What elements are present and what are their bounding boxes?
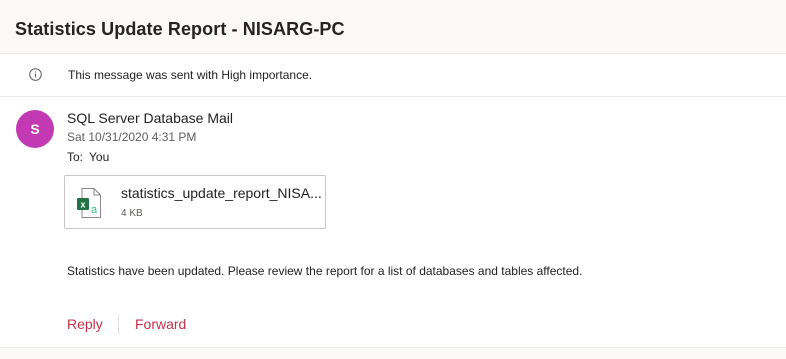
message-body: Statistics have been updated. Please rev… <box>67 264 583 278</box>
forward-button[interactable]: Forward <box>135 316 186 332</box>
attachment-card[interactable]: a x statistics_update_report_NISA... 4 K… <box>64 175 326 229</box>
message-date: Sat 10/31/2020 4:31 PM <box>67 130 197 144</box>
to-label: To: <box>67 150 84 164</box>
recipient-row: To: You <box>67 150 109 164</box>
attachment-name: statistics_update_report_NISA... <box>121 185 321 201</box>
reply-button[interactable]: Reply <box>67 316 103 332</box>
message-card: This message was sent with High importan… <box>0 53 786 348</box>
sender-avatar[interactable]: S <box>16 110 54 148</box>
svg-text:x: x <box>80 200 85 210</box>
excel-file-icon: a x <box>77 188 101 218</box>
message-subject: Statistics Update Report - NISARG-PC <box>15 19 345 39</box>
actions-divider <box>118 314 119 334</box>
sender-name[interactable]: SQL Server Database Mail <box>67 110 233 126</box>
attachment-size: 4 KB <box>121 208 143 219</box>
importance-text: This message was sent with High importan… <box>68 68 313 82</box>
importance-banner: This message was sent with High importan… <box>0 54 786 97</box>
svg-text:a: a <box>91 204 98 216</box>
recipient-name[interactable]: You <box>89 150 109 164</box>
info-icon <box>29 68 42 81</box>
